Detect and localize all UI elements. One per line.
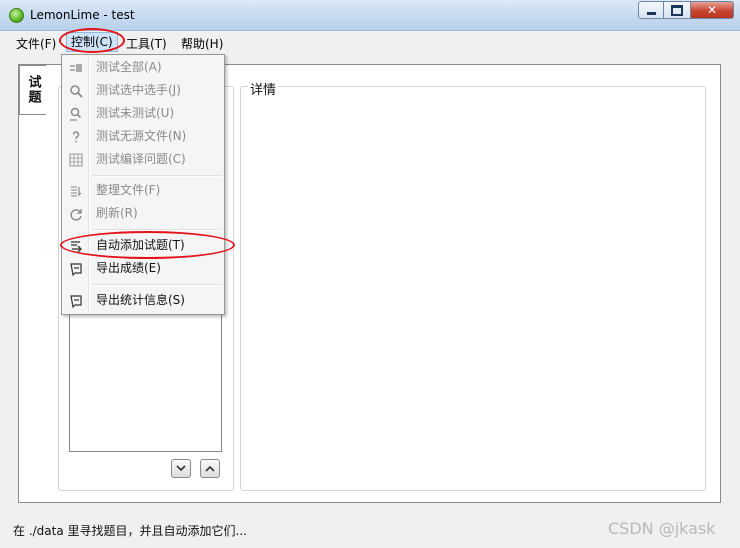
menu-item-organize-files[interactable]: 整理文件(F) bbox=[64, 180, 222, 201]
menu-item-test-all[interactable]: 测试全部(A) bbox=[64, 57, 222, 78]
lemon-app-icon bbox=[9, 8, 24, 23]
tab-problems-label: 试题 bbox=[25, 75, 41, 105]
minimize-button[interactable] bbox=[638, 1, 664, 19]
status-bar: 在 ./data 里寻找题目，并且自动添加它们... CSDN @jkask bbox=[0, 516, 740, 548]
close-icon: ✕ bbox=[706, 3, 718, 17]
move-down-button[interactable] bbox=[171, 459, 191, 478]
status-text: 在 ./data 里寻找题目，并且自动添加它们... bbox=[13, 524, 247, 538]
menu-tools[interactable]: 工具(T) bbox=[126, 35, 167, 52]
export-icon bbox=[68, 261, 83, 276]
magnifier-icon bbox=[68, 83, 83, 98]
maximize-button[interactable] bbox=[664, 1, 690, 19]
magnifier-user-icon bbox=[68, 106, 83, 121]
menu-item-label: 刷新(R) bbox=[96, 206, 138, 220]
menu-item-label: 导出统计信息(S) bbox=[96, 293, 185, 307]
menu-item-refresh[interactable]: 刷新(R) bbox=[64, 203, 222, 224]
export-stats-icon bbox=[68, 293, 83, 308]
question-icon bbox=[68, 129, 83, 144]
menu-item-test-selected[interactable]: 测试选中选手(J) bbox=[64, 80, 222, 101]
menu-item-export-statistics[interactable]: 导出统计信息(S) bbox=[64, 290, 222, 311]
menu-separator bbox=[92, 175, 222, 177]
minimize-icon bbox=[646, 11, 656, 15]
menu-separator bbox=[92, 284, 222, 286]
annotation-circle-control-menu bbox=[59, 28, 125, 53]
menu-item-label: 导出成绩(E) bbox=[96, 261, 161, 275]
menu-item-test-untested[interactable]: 测试未测试(U) bbox=[64, 103, 222, 124]
chevron-up-icon bbox=[205, 465, 215, 472]
menu-item-test-no-source[interactable]: 测试无源文件(N) bbox=[64, 126, 222, 147]
window-title: LemonLime - test bbox=[30, 8, 135, 22]
details-panel bbox=[240, 86, 706, 491]
close-button[interactable]: ✕ bbox=[690, 1, 734, 19]
control-menu: 测试全部(A) 测试选中选手(J) 测试未测试(U) 测试无源文件(N) 测试编… bbox=[61, 54, 225, 315]
menu-item-label: 测试全部(A) bbox=[96, 60, 162, 74]
menu-item-label: 测试选中选手(J) bbox=[96, 83, 181, 97]
test-all-icon bbox=[68, 60, 83, 75]
menu-item-label: 整理文件(F) bbox=[96, 183, 161, 197]
tab-problems[interactable]: 试题 bbox=[19, 65, 46, 115]
menu-file[interactable]: 文件(F) bbox=[16, 35, 56, 52]
maximize-icon bbox=[671, 4, 683, 16]
title-bar: LemonLime - test ✕ bbox=[0, 0, 740, 31]
menu-item-label: 测试未测试(U) bbox=[96, 106, 175, 120]
menu-item-label: 测试编译问题(C) bbox=[96, 152, 186, 166]
menu-item-test-compile[interactable]: 测试编译问题(C) bbox=[64, 149, 222, 170]
refresh-icon bbox=[68, 206, 83, 221]
window-controls: ✕ bbox=[638, 1, 734, 19]
annotation-circle-auto-add bbox=[60, 231, 235, 259]
menu-item-label: 测试无源文件(N) bbox=[96, 129, 187, 143]
details-title: 详情 bbox=[248, 79, 279, 98]
compile-grid-icon bbox=[68, 152, 83, 167]
menu-help[interactable]: 帮助(H) bbox=[181, 35, 223, 52]
watermark: CSDN @jkask bbox=[608, 519, 716, 538]
chevron-down-icon bbox=[176, 465, 186, 472]
organize-files-icon bbox=[68, 183, 83, 198]
move-up-button[interactable] bbox=[200, 459, 220, 478]
menu-item-export-results[interactable]: 导出成绩(E) bbox=[64, 258, 222, 279]
